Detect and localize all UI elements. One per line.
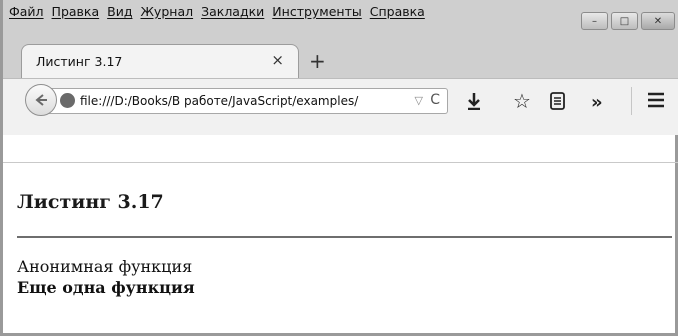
reading-list-icon[interactable] <box>549 92 566 115</box>
minimize-button[interactable]: – <box>581 12 608 30</box>
menu-help[interactable]: Справка <box>370 4 425 22</box>
navigation-toolbar: file:///D:/Books/В работе/JavaScript/exa… <box>3 78 678 135</box>
url-text[interactable]: file:///D:/Books/В работе/JavaScript/exa… <box>80 94 358 108</box>
menu-icon[interactable] <box>647 92 665 113</box>
window-controls: – □ ✕ <box>581 12 675 30</box>
title-bar: Файл Правка Вид Журнал Закладки Инструме… <box>3 0 678 34</box>
menu-edit[interactable]: Правка <box>52 4 100 22</box>
dropdown-icon[interactable]: ▽ <box>415 94 423 107</box>
menu-view[interactable]: Вид <box>107 4 132 22</box>
new-tab-icon[interactable]: + <box>309 49 326 73</box>
overflow-chevron-icon[interactable]: » <box>591 92 603 113</box>
back-arrow-icon[interactable] <box>25 84 57 116</box>
close-window-button[interactable]: ✕ <box>641 12 675 30</box>
page-heading: Листинг 3.17 <box>17 191 164 213</box>
browser-window: Файл Правка Вид Журнал Закладки Инструме… <box>0 0 678 336</box>
menu-tools[interactable]: Инструменты <box>272 4 361 22</box>
address-bar[interactable]: file:///D:/Books/В работе/JavaScript/exa… <box>43 88 448 114</box>
bookmark-star-icon[interactable]: ☆ <box>513 89 531 113</box>
back-arrow-glyph <box>35 94 47 106</box>
globe-icon <box>60 93 75 108</box>
menu-file[interactable]: Файл <box>9 4 44 22</box>
anonymous-function-text: Анонимная функция <box>17 257 193 276</box>
menu-bookmarks[interactable]: Закладки <box>201 4 264 22</box>
toolbar-divider <box>3 162 678 163</box>
menu-bar: Файл Правка Вид Журнал Закладки Инструме… <box>9 4 425 22</box>
tab-listing[interactable]: Листинг 3.17 × <box>21 44 299 78</box>
menu-history[interactable]: Журнал <box>140 4 193 22</box>
toolbar-separator <box>631 87 632 115</box>
tab-close-icon[interactable]: × <box>271 51 284 69</box>
tab-title: Листинг 3.17 <box>36 54 123 69</box>
download-icon[interactable] <box>467 92 481 115</box>
reload-icon[interactable]: C <box>430 92 440 108</box>
maximize-button[interactable]: □ <box>611 12 638 30</box>
tab-strip: Листинг 3.17 × + <box>3 34 678 78</box>
another-function-text: Еще одна функция <box>17 278 195 297</box>
horizontal-rule <box>17 236 672 238</box>
